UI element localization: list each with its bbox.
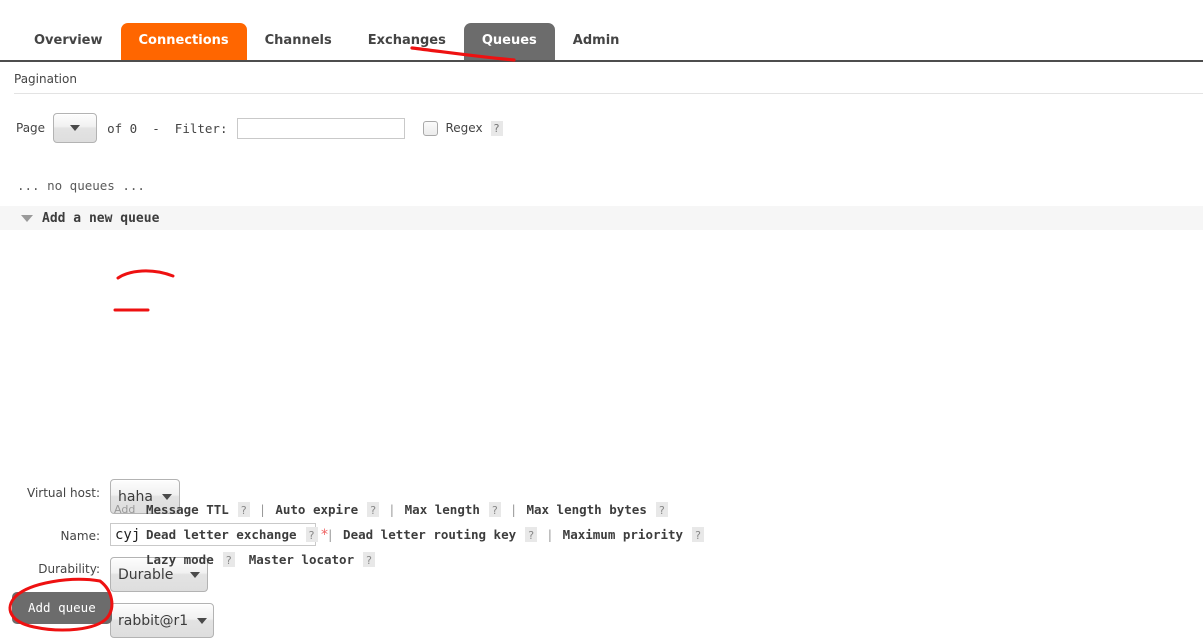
argument-preset-row: Dead letter exchange ? | Dead letter rou… bbox=[146, 527, 705, 542]
preset-message-ttl-help-icon[interactable]: ? bbox=[237, 502, 250, 517]
name-label: Name: bbox=[60, 529, 100, 543]
add-queue-section-header[interactable]: Add a new queue bbox=[0, 206, 1203, 230]
preset-max-length[interactable]: Max length bbox=[405, 502, 480, 517]
page-select[interactable] bbox=[53, 113, 98, 143]
pagination-controls: Page of 0 - Filter: Regex ? bbox=[16, 112, 503, 144]
page-label: Page bbox=[16, 121, 46, 135]
node-value: rabbit@r1 bbox=[118, 612, 189, 629]
pagination-divider bbox=[14, 93, 1203, 94]
page-root: Overview Connections Channels Exchanges … bbox=[0, 0, 1203, 638]
add-queue-section-title: Add a new queue bbox=[42, 210, 160, 226]
annotation-underline-virtual-host bbox=[116, 269, 175, 280]
durability-label: Durability: bbox=[38, 562, 100, 576]
preset-max-length-bytes-help-icon[interactable]: ? bbox=[655, 502, 668, 517]
preset-maximum-priority[interactable]: Maximum priority bbox=[563, 527, 683, 542]
page-count-and-filter-label: of 0 - Filter: bbox=[107, 120, 228, 136]
argument-preset-row: Message TTL ? | Auto expire ? | Max leng… bbox=[146, 502, 668, 517]
preset-separator: | bbox=[546, 527, 554, 542]
chevron-down-icon bbox=[162, 493, 172, 500]
preset-separator: | bbox=[326, 527, 335, 542]
empty-queue-list-message: ... no queues ... bbox=[17, 178, 145, 193]
chevron-down-icon bbox=[190, 571, 200, 578]
preset-dead-letter-exchange-help-icon[interactable]: ? bbox=[305, 527, 318, 542]
preset-dead-letter-routing-key-help-icon[interactable]: ? bbox=[525, 527, 538, 542]
pagination-heading: Pagination bbox=[14, 72, 77, 86]
tab-channels[interactable]: Channels bbox=[247, 23, 350, 60]
argument-presets-add-label: Add bbox=[114, 503, 136, 516]
preset-lazy-mode-help-icon[interactable]: ? bbox=[222, 552, 235, 567]
node-select[interactable]: rabbit@r1 bbox=[110, 603, 214, 638]
preset-separator: | bbox=[388, 502, 396, 517]
argument-preset-row: Lazy mode ? Master locator ? bbox=[146, 552, 376, 567]
chevron-down-icon bbox=[21, 214, 33, 222]
tab-queues[interactable]: Queues bbox=[463, 23, 555, 60]
preset-message-ttl[interactable]: Message TTL bbox=[146, 502, 229, 517]
preset-separator: | bbox=[258, 502, 267, 517]
main-navigation: Overview Connections Channels Exchanges … bbox=[0, 0, 1203, 62]
regex-label: Regex bbox=[445, 121, 483, 135]
tab-connections[interactable]: Connections bbox=[120, 23, 247, 60]
preset-max-length-bytes[interactable]: Max length bytes bbox=[526, 502, 646, 517]
add-queue-button[interactable]: Add queue bbox=[12, 592, 112, 624]
tab-list: Overview Connections Channels Exchanges … bbox=[16, 23, 637, 60]
tab-admin[interactable]: Admin bbox=[555, 23, 638, 60]
tab-overview[interactable]: Overview bbox=[16, 23, 121, 60]
preset-auto-expire[interactable]: Auto expire bbox=[275, 502, 358, 517]
preset-auto-expire-help-icon[interactable]: ? bbox=[367, 502, 380, 517]
filter-input[interactable] bbox=[237, 117, 406, 139]
preset-dead-letter-routing-key[interactable]: Dead letter routing key bbox=[343, 527, 516, 542]
durability-value: Durable bbox=[118, 566, 174, 583]
preset-maximum-priority-help-icon[interactable]: ? bbox=[692, 527, 705, 542]
virtual-host-label: Virtual host: bbox=[27, 486, 100, 500]
preset-master-locator-help-icon[interactable]: ? bbox=[363, 552, 376, 567]
chevron-down-icon bbox=[70, 125, 81, 131]
chevron-down-icon bbox=[197, 617, 208, 624]
regex-help-icon[interactable]: ? bbox=[490, 120, 503, 136]
preset-separator: | bbox=[509, 502, 518, 517]
tab-exchanges[interactable]: Exchanges bbox=[350, 23, 464, 60]
regex-checkbox[interactable] bbox=[423, 120, 439, 136]
preset-dead-letter-exchange[interactable]: Dead letter exchange bbox=[146, 527, 297, 542]
preset-lazy-mode[interactable]: Lazy mode bbox=[146, 552, 214, 567]
preset-master-locator[interactable]: Master locator bbox=[249, 552, 354, 567]
preset-max-length-help-icon[interactable]: ? bbox=[488, 502, 501, 517]
